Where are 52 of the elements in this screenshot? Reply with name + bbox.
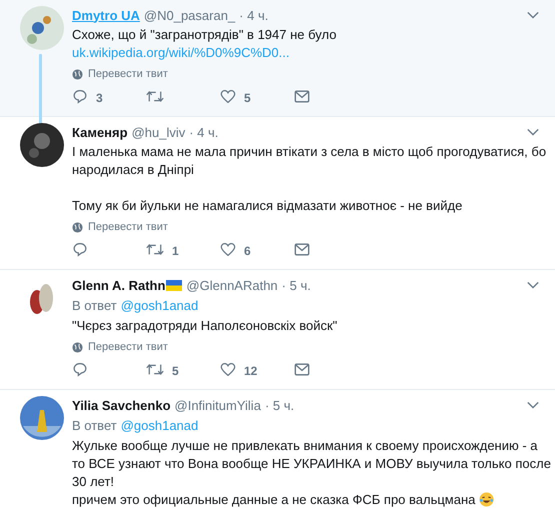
like-count: 5 — [244, 91, 251, 105]
reply-count: 3 — [96, 91, 103, 105]
tweet-text: Жульке вообще лучше не привлекать внимания к своему происхождению - а то ВСЕ узнают что Вона вообще НЕ УКРАИНКА и МОВУ выучила только после 30 лет! — [72, 437, 551, 491]
chevron-icon[interactable] — [527, 11, 539, 19]
envelope-icon[interactable] — [294, 362, 310, 377]
heart-icon[interactable] — [220, 89, 236, 104]
retweet-icon[interactable] — [146, 242, 164, 257]
tweet-text: причем это официальные данные а не сказка ФСБ про вальцмана — [72, 491, 551, 509]
user-handle[interactable]: @N0_pasaran_ — [144, 8, 236, 22]
chevron-icon[interactable] — [527, 128, 539, 136]
retweet-count: 5 — [172, 364, 179, 378]
translate-link[interactable]: Перевести твит — [88, 221, 168, 233]
chevron-icon[interactable] — [527, 281, 539, 289]
translate-link[interactable]: Перевести твит — [88, 341, 168, 353]
user-handle[interactable]: @InfinitumYilia — [174, 398, 261, 412]
reply-mention[interactable]: @gosh1anad — [120, 417, 198, 435]
retweet-icon[interactable] — [146, 362, 164, 377]
tweet-time[interactable]: · 5 ч. — [264, 398, 294, 412]
tweet-text: І маленька мама не мала причин втікати з села в місто щоб прогодуватися, бо народилася в Дніпрі — [72, 143, 548, 179]
heart-icon[interactable] — [220, 362, 236, 377]
user-handle[interactable]: @hu_lviv — [132, 124, 186, 140]
translate-link[interactable]: Перевести твит — [88, 68, 168, 80]
reply-icon[interactable] — [72, 89, 88, 104]
tweet-time[interactable]: · 4 ч. — [189, 124, 218, 140]
tweet-time[interactable]: · 4 ч. — [239, 8, 268, 22]
like-count: 6 — [244, 244, 251, 258]
reply-icon[interactable] — [72, 362, 88, 377]
chevron-icon[interactable] — [527, 401, 539, 409]
user-handle[interactable]: @GlennARathn — [186, 278, 278, 292]
retweet-icon[interactable] — [146, 89, 164, 104]
tweet-text: Схоже, що й "загранотрядів" в 1947 не було — [72, 26, 338, 44]
reply-icon[interactable] — [72, 242, 88, 257]
heart-icon[interactable] — [220, 242, 236, 257]
reply-mention[interactable]: @gosh1anad — [120, 297, 198, 315]
reply-label: В ответ — [72, 417, 117, 435]
tweet-text: "Чєрєз заградотряди Наполєоновскіх войск" — [72, 317, 338, 335]
user-name[interactable]: Glenn A. Rathn — [72, 278, 166, 292]
avatar-photo[interactable] — [20, 123, 64, 167]
user-name[interactable]: Каменяр — [72, 124, 128, 140]
user-name[interactable]: Yilia Savchenko — [72, 398, 171, 412]
user-name[interactable]: Dmytro UA — [72, 8, 140, 22]
retweet-count: 1 — [172, 244, 179, 258]
globe-icon[interactable] — [72, 68, 83, 80]
envelope-icon[interactable] — [294, 89, 310, 104]
tweet-time[interactable]: · 5 ч. — [282, 278, 311, 292]
globe-icon[interactable] — [72, 222, 83, 232]
tweet-text: Тому як би йульки не намагалися відмазати животноє - не вийде — [72, 197, 464, 215]
globe-icon[interactable] — [72, 342, 83, 352]
like-count: 12 — [244, 364, 258, 378]
envelope-icon[interactable] — [294, 242, 310, 257]
reply-label: В ответ — [72, 297, 117, 315]
tweet-link[interactable]: uk.wikipedia.org/wiki/%D0%9C%D0... — [72, 44, 551, 62]
